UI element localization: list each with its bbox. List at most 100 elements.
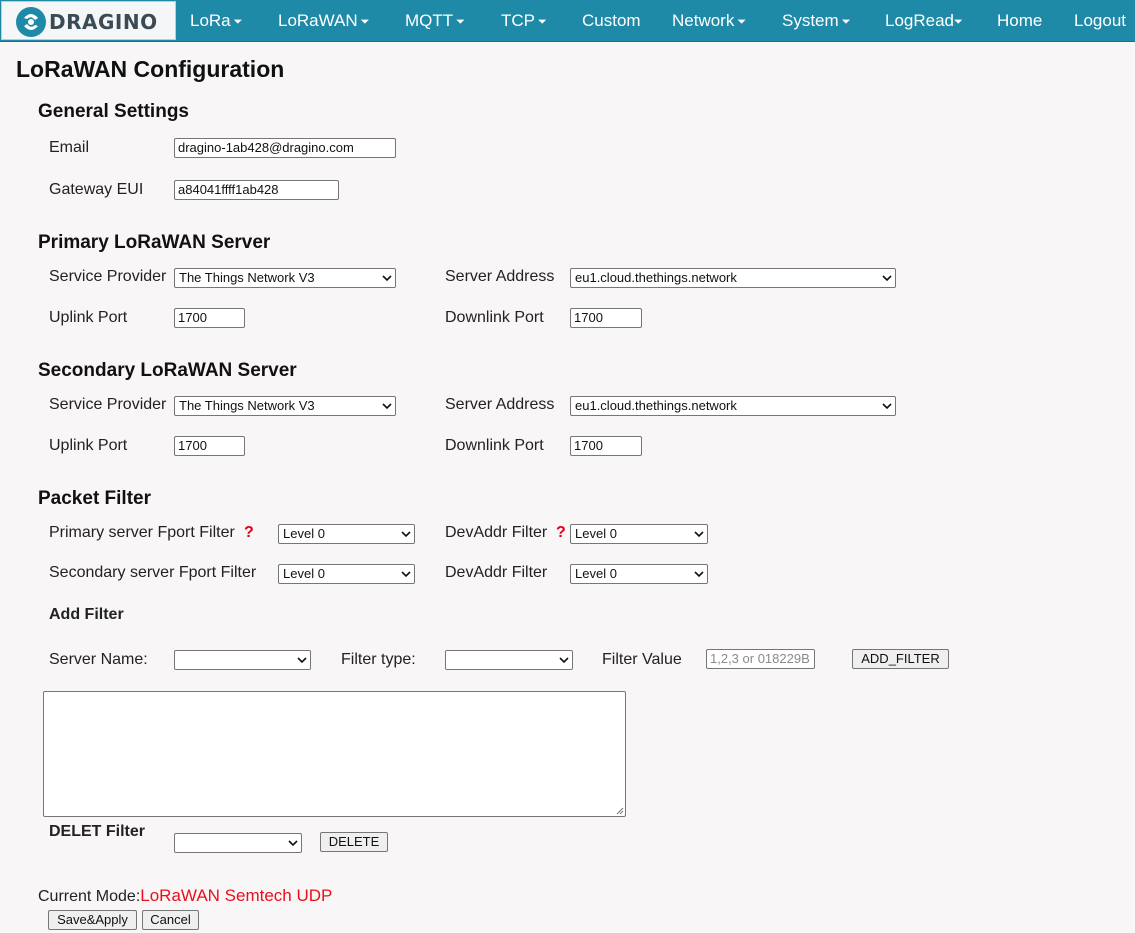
secondary-fport-label: Secondary server Fport Filter (49, 564, 257, 581)
current-mode-value: LoRaWAN Semtech UDP (140, 886, 333, 905)
select-value: eu1.cloud.thethings.network (575, 270, 737, 285)
email-field[interactable]: dragino-1ab428@dragino.com (174, 138, 396, 158)
chevron-down-icon: ⏷ (456, 16, 465, 28)
devaddr-filter-select-secondary[interactable]: Level 0 (570, 564, 708, 584)
primary-provider-select[interactable]: The Things Network V3 (174, 268, 396, 288)
chevron-down-icon (288, 840, 298, 847)
chevron-down-icon: ⏷ (737, 16, 747, 28)
nav-label: LoRaWAN (278, 11, 358, 30)
section-title-packet-filter: Packet Filter (38, 488, 151, 509)
nav-mqtt[interactable]: MQTT ⏷ (405, 0, 465, 41)
chevron-down-icon (694, 571, 704, 578)
email-label: Email (49, 139, 90, 156)
nav-label: Network (672, 11, 735, 30)
secondary-address-label: Server Address (445, 396, 555, 413)
nav-logout[interactable]: Logout (1074, 0, 1126, 41)
nav-label: TCP (501, 11, 535, 30)
select-value: The Things Network V3 (179, 398, 315, 413)
devaddr-filter-select-primary[interactable]: Level 0 (570, 524, 708, 544)
logo-text: DRAGINO (49, 10, 158, 34)
server-name-label: Server Name: (49, 651, 148, 668)
delete-filter-title: DELET Filter (49, 823, 146, 840)
nav-label: System (782, 11, 839, 30)
chevron-down-icon: ⏷ (233, 16, 243, 28)
filter-value-input[interactable]: 1,2,3 or 018229B (706, 649, 815, 669)
nav-tcp[interactable]: TCP ⏷ (501, 0, 547, 41)
chevron-down-icon (882, 403, 892, 410)
primary-address-select[interactable]: eu1.cloud.thethings.network (570, 268, 896, 288)
section-title-general: General Settings (38, 101, 189, 122)
top-navbar: DRAGINO LoRa ⏷ LoRaWAN ⏷ MQTT ⏷ TCP ⏷ Custom… (0, 0, 1135, 42)
primary-downlink-label: Downlink Port (445, 309, 544, 326)
primary-uplink-label: Uplink Port (49, 309, 128, 326)
primary-address-label: Server Address (445, 268, 555, 285)
help-icon[interactable]: ? (244, 524, 254, 542)
chevron-down-icon (559, 657, 569, 664)
secondary-provider-select[interactable]: The Things Network V3 (174, 396, 396, 416)
filter-value-label: Filter Value (602, 651, 682, 668)
add-filter-button[interactable]: ADD_FILTER (852, 649, 949, 669)
chevron-down-icon: ⏷ (538, 16, 547, 28)
primary-uplink-field[interactable]: 1700 (174, 308, 245, 328)
logo-icon (16, 7, 46, 37)
filter-list-textarea[interactable] (43, 691, 626, 817)
secondary-provider-label: Service Provider (49, 396, 167, 413)
chevron-down-icon (694, 531, 704, 538)
filter-type-label: Filter type: (341, 651, 416, 668)
server-name-select[interactable] (174, 650, 311, 670)
delete-filter-select[interactable] (174, 833, 302, 853)
save-apply-button[interactable]: Save&Apply (48, 910, 137, 930)
chevron-down-icon: ⏷ (954, 16, 963, 28)
nav-label: LoRa (190, 11, 231, 30)
current-mode-label: Current Mode: (38, 888, 141, 905)
gateway-eui-label: Gateway EUI (49, 181, 144, 198)
chevron-down-icon (401, 571, 411, 578)
devaddr-filter-label: DevAddr Filter (445, 524, 548, 541)
nav-home[interactable]: Home (997, 0, 1042, 41)
chevron-down-icon (401, 531, 411, 538)
filter-type-select[interactable] (445, 650, 573, 670)
current-mode: Current Mode:LoRaWAN Semtech UDP (38, 886, 332, 906)
select-value: Level 0 (575, 566, 617, 581)
nav-label: Logout (1074, 11, 1126, 30)
secondary-address-select[interactable]: eu1.cloud.thethings.network (570, 396, 896, 416)
nav-network[interactable]: Network ⏷ (672, 0, 746, 41)
cancel-button[interactable]: Cancel (142, 910, 199, 930)
gateway-eui-field[interactable]: a84041ffff1ab428 (174, 180, 339, 200)
section-title-primary: Primary LoRaWAN Server (38, 232, 271, 253)
nav-system[interactable]: System ⏷ (782, 0, 851, 41)
chevron-down-icon: ⏷ (841, 16, 851, 28)
dragino-logo[interactable]: DRAGINO (1, 1, 176, 40)
select-value: eu1.cloud.thethings.network (575, 398, 737, 413)
nav-logread[interactable]: LogRead⏷ (885, 0, 963, 41)
nav-label: Custom (582, 11, 641, 30)
chevron-down-icon (297, 657, 307, 664)
select-value: Level 0 (283, 566, 325, 581)
secondary-downlink-field[interactable]: 1700 (570, 436, 642, 456)
chevron-down-icon (882, 275, 892, 282)
select-value: The Things Network V3 (179, 270, 315, 285)
chevron-down-icon (382, 275, 392, 282)
primary-downlink-field[interactable]: 1700 (570, 308, 642, 328)
primary-provider-label: Service Provider (49, 268, 167, 285)
nav-custom[interactable]: Custom (582, 0, 641, 41)
help-icon[interactable]: ? (556, 524, 566, 542)
nav-label: MQTT (405, 11, 454, 30)
add-filter-title: Add Filter (49, 606, 124, 623)
secondary-fport-select[interactable]: Level 0 (278, 564, 415, 584)
resize-grip-icon[interactable] (614, 805, 624, 815)
chevron-down-icon (382, 403, 392, 410)
secondary-uplink-field[interactable]: 1700 (174, 436, 245, 456)
devaddr-filter-label: DevAddr Filter (445, 564, 548, 581)
secondary-uplink-label: Uplink Port (49, 437, 128, 454)
delete-button[interactable]: DELETE (320, 832, 388, 852)
nav-lorawan[interactable]: LoRaWAN ⏷ (278, 0, 369, 41)
select-value: Level 0 (575, 526, 617, 541)
chevron-down-icon: ⏷ (360, 16, 370, 28)
nav-label: Home (997, 11, 1043, 30)
nav-lora[interactable]: LoRa ⏷ (190, 0, 242, 41)
section-title-secondary: Secondary LoRaWAN Server (38, 360, 297, 381)
primary-fport-select[interactable]: Level 0 (278, 524, 415, 544)
secondary-downlink-label: Downlink Port (445, 437, 544, 454)
select-value: Level 0 (283, 526, 325, 541)
